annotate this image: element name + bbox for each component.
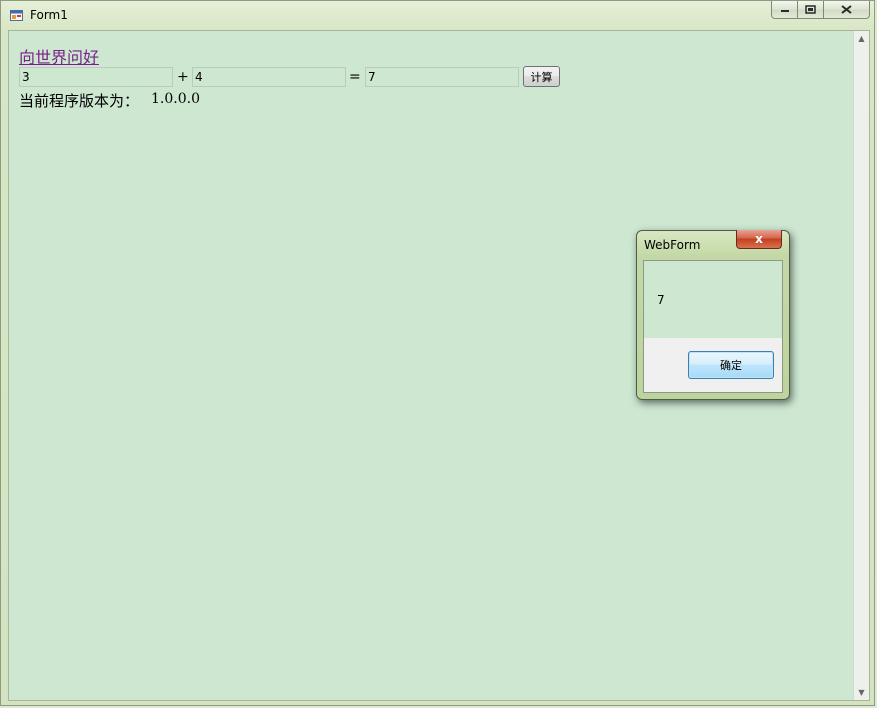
version-label: 当前程序版本为：: [19, 92, 140, 110]
scroll-up-icon[interactable]: ▲: [854, 31, 869, 46]
close-icon: [841, 5, 852, 14]
title-bar[interactable]: Form1: [1, 1, 874, 31]
window-title: Form1: [30, 8, 68, 22]
dialog-message-area: 7: [644, 261, 782, 338]
vertical-scrollbar[interactable]: ▲ ▼: [853, 31, 869, 700]
minimize-icon: [780, 9, 789, 12]
greeting-link[interactable]: 向世界问好: [19, 44, 99, 68]
equals-label: =: [349, 69, 361, 85]
dialog-title: WebForm: [644, 238, 701, 252]
calculate-button[interactable]: 计算: [523, 66, 560, 87]
dialog-message: 7: [657, 293, 665, 307]
scroll-down-icon[interactable]: ▼: [854, 685, 869, 700]
dialog-close-button[interactable]: x: [736, 230, 782, 249]
maximize-button[interactable]: [798, 1, 824, 19]
result-input[interactable]: 7: [365, 67, 519, 87]
minimize-button[interactable]: [771, 1, 798, 19]
version-value: 1.0.0.0: [151, 91, 200, 107]
operand-b-input[interactable]: 4: [192, 67, 346, 87]
close-button[interactable]: [824, 1, 870, 19]
plus-label: +: [177, 69, 189, 85]
ok-button[interactable]: 确定: [688, 351, 774, 379]
form-app-icon: [10, 10, 23, 21]
operand-a-input[interactable]: 3: [19, 67, 173, 87]
dialog-body: 7 确定: [643, 260, 783, 393]
maximize-icon: [805, 5, 816, 14]
caption-buttons: [771, 1, 870, 20]
message-box-dialog: WebForm x 7 确定: [636, 230, 790, 400]
close-icon: x: [755, 232, 763, 246]
